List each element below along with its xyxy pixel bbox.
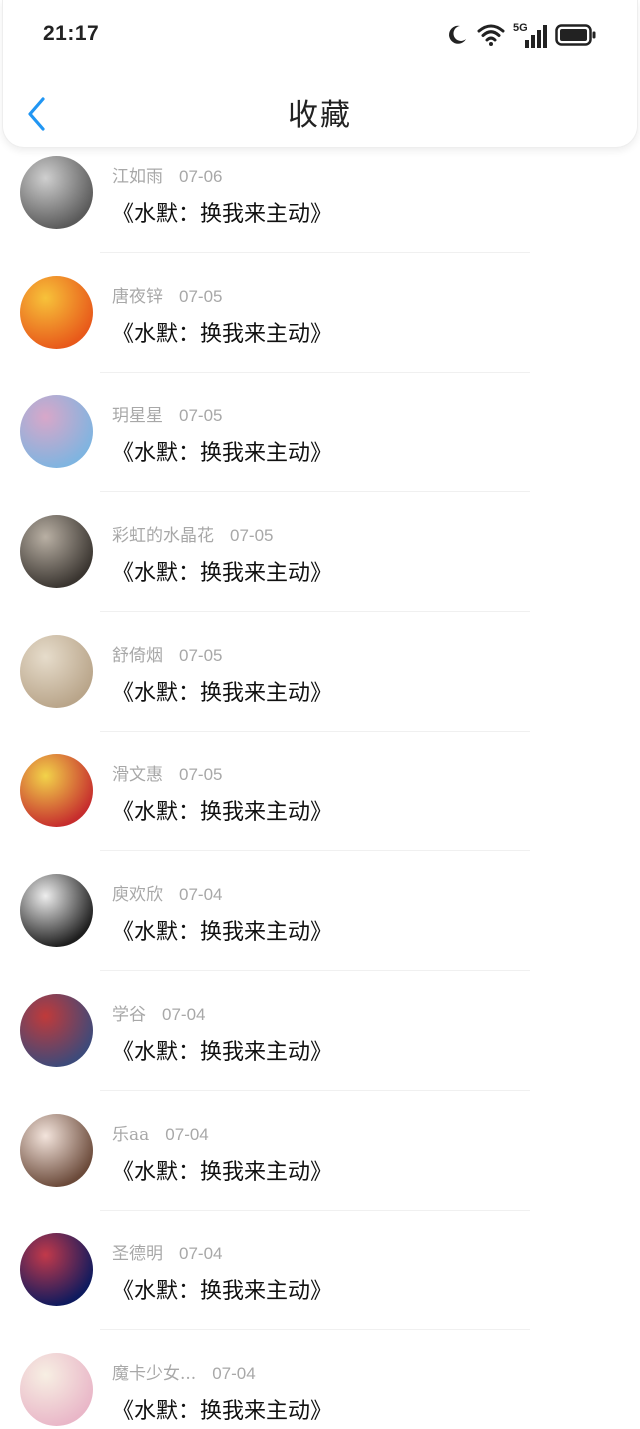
- author-name[interactable]: 学谷: [112, 1005, 146, 1025]
- item-date: 07-04: [179, 885, 223, 905]
- moon-icon: [445, 23, 469, 51]
- avatar[interactable]: [20, 754, 93, 828]
- item-date: 07-04: [162, 1004, 206, 1024]
- top-header: 21:17 5G 收藏: [2, 0, 638, 148]
- list-item[interactable]: 乐aa 07-04 《水默：换我来主动》: [0, 1102, 640, 1222]
- list-item[interactable]: 魔卡少女... 07-04 《水默：换我来主动》: [0, 1341, 640, 1429]
- author-name[interactable]: 江如雨: [112, 167, 163, 187]
- item-title[interactable]: 《水默：换我来主动》: [112, 914, 332, 946]
- item-title[interactable]: 《水默：换我来主动》: [112, 1034, 332, 1066]
- divider: [100, 252, 530, 253]
- item-meta: 庾欢欣 07-04: [112, 880, 222, 905]
- item-title[interactable]: 《水默：换我来主动》: [112, 196, 332, 228]
- divider: [100, 371, 530, 373]
- divider: [100, 1089, 530, 1091]
- divider: [100, 1209, 530, 1211]
- list-item[interactable]: 唐夜锌 07-05 《水默：换我来主动》: [0, 264, 640, 384]
- favorites-list: 江如雨 07-06 《水默：换我来主动》 唐夜锌 07-05 《水默：换我来主动》 …: [0, 144, 640, 1429]
- author-name[interactable]: 滑文惠: [112, 765, 163, 785]
- item-meta: 舒倚烟 07-05: [112, 641, 222, 666]
- author-name[interactable]: 唐夜锌: [112, 287, 163, 307]
- list-item[interactable]: 滑文惠 07-05 《水默：换我来主动》: [0, 742, 640, 862]
- avatar[interactable]: [20, 874, 93, 948]
- divider: [100, 730, 530, 732]
- avatar[interactable]: [20, 395, 93, 469]
- author-name[interactable]: 玥星星: [112, 406, 163, 426]
- item-title[interactable]: 《水默：换我来主动》: [112, 555, 332, 587]
- item-title[interactable]: 《水默：换我来主动》: [112, 1393, 332, 1425]
- author-name[interactable]: 舒倚烟: [112, 646, 163, 666]
- item-meta: 魔卡少女... 07-04: [112, 1359, 256, 1384]
- item-title[interactable]: 《水默：换我来主动》: [112, 1154, 332, 1186]
- avatar[interactable]: [20, 515, 93, 589]
- author-name[interactable]: 圣德明: [112, 1244, 163, 1264]
- avatar[interactable]: [20, 275, 93, 349]
- item-meta: 彩虹的水晶花 07-05: [112, 521, 273, 546]
- item-date: 07-05: [179, 406, 223, 426]
- app-screen: 21:17 5G 收藏 江如雨 07-06 《水默：换我来主动》 唐夜锌 07-…: [0, 0, 640, 1429]
- item-date: 07-05: [179, 645, 223, 665]
- list-item[interactable]: 圣德明 07-04 《水默：换我来主动》: [0, 1221, 640, 1341]
- item-meta: 玥星星 07-05: [112, 401, 222, 426]
- avatar[interactable]: [20, 1352, 93, 1426]
- status-icons: 5G: [445, 22, 597, 52]
- list-item[interactable]: 玥星星 07-05 《水默：换我来主动》: [0, 383, 640, 503]
- item-title[interactable]: 《水默：换我来主动》: [112, 316, 332, 348]
- item-title[interactable]: 《水默：换我来主动》: [112, 1273, 332, 1305]
- item-title[interactable]: 《水默：换我来主动》: [112, 675, 332, 707]
- item-meta: 江如雨 07-06: [112, 162, 222, 187]
- item-meta: 学谷 07-04: [112, 1000, 205, 1025]
- item-meta: 圣德明 07-04: [112, 1239, 222, 1264]
- status-time: 21:17: [43, 22, 100, 45]
- item-date: 07-06: [179, 167, 223, 186]
- author-name[interactable]: 乐aa: [112, 1125, 149, 1145]
- author-name[interactable]: 魔卡少女...: [112, 1364, 196, 1384]
- item-date: 07-04: [165, 1124, 209, 1144]
- divider: [100, 491, 530, 493]
- list-item[interactable]: 庾欢欣 07-04 《水默：换我来主动》: [0, 862, 640, 982]
- author-name[interactable]: 庾欢欣: [112, 885, 163, 905]
- list-item[interactable]: 江如雨 07-06 《水默：换我来主动》: [0, 144, 640, 264]
- item-date: 07-05: [179, 765, 223, 785]
- divider: [100, 850, 530, 852]
- divider: [100, 970, 530, 972]
- divider: [100, 1329, 530, 1331]
- signal-icon: 5G: [513, 22, 547, 50]
- item-date: 07-05: [179, 286, 223, 306]
- list-item[interactable]: 学谷 07-04 《水默：换我来主动》: [0, 982, 640, 1102]
- item-date: 07-04: [179, 1244, 223, 1264]
- avatar[interactable]: [20, 156, 93, 229]
- avatar[interactable]: [20, 634, 93, 708]
- item-date: 07-05: [230, 526, 274, 546]
- divider: [100, 611, 530, 613]
- item-meta: 乐aa 07-04: [112, 1120, 209, 1145]
- item-meta: 滑文惠 07-05: [112, 760, 222, 785]
- avatar[interactable]: [20, 1113, 93, 1187]
- wifi-icon: [477, 23, 505, 51]
- battery-icon: [555, 23, 597, 51]
- author-name[interactable]: 彩虹的水晶花: [112, 526, 214, 546]
- item-date: 07-04: [212, 1363, 256, 1383]
- list-item[interactable]: 舒倚烟 07-05 《水默：换我来主动》: [0, 623, 640, 743]
- list-item[interactable]: 彩虹的水晶花 07-05 《水默：换我来主动》: [0, 503, 640, 623]
- avatar[interactable]: [20, 993, 93, 1067]
- page-title: 收藏: [288, 98, 352, 133]
- avatar[interactable]: [20, 1233, 93, 1307]
- item-meta: 唐夜锌 07-05: [112, 282, 222, 307]
- item-title[interactable]: 《水默：换我来主动》: [112, 794, 332, 826]
- item-title[interactable]: 《水默：换我来主动》: [112, 435, 332, 467]
